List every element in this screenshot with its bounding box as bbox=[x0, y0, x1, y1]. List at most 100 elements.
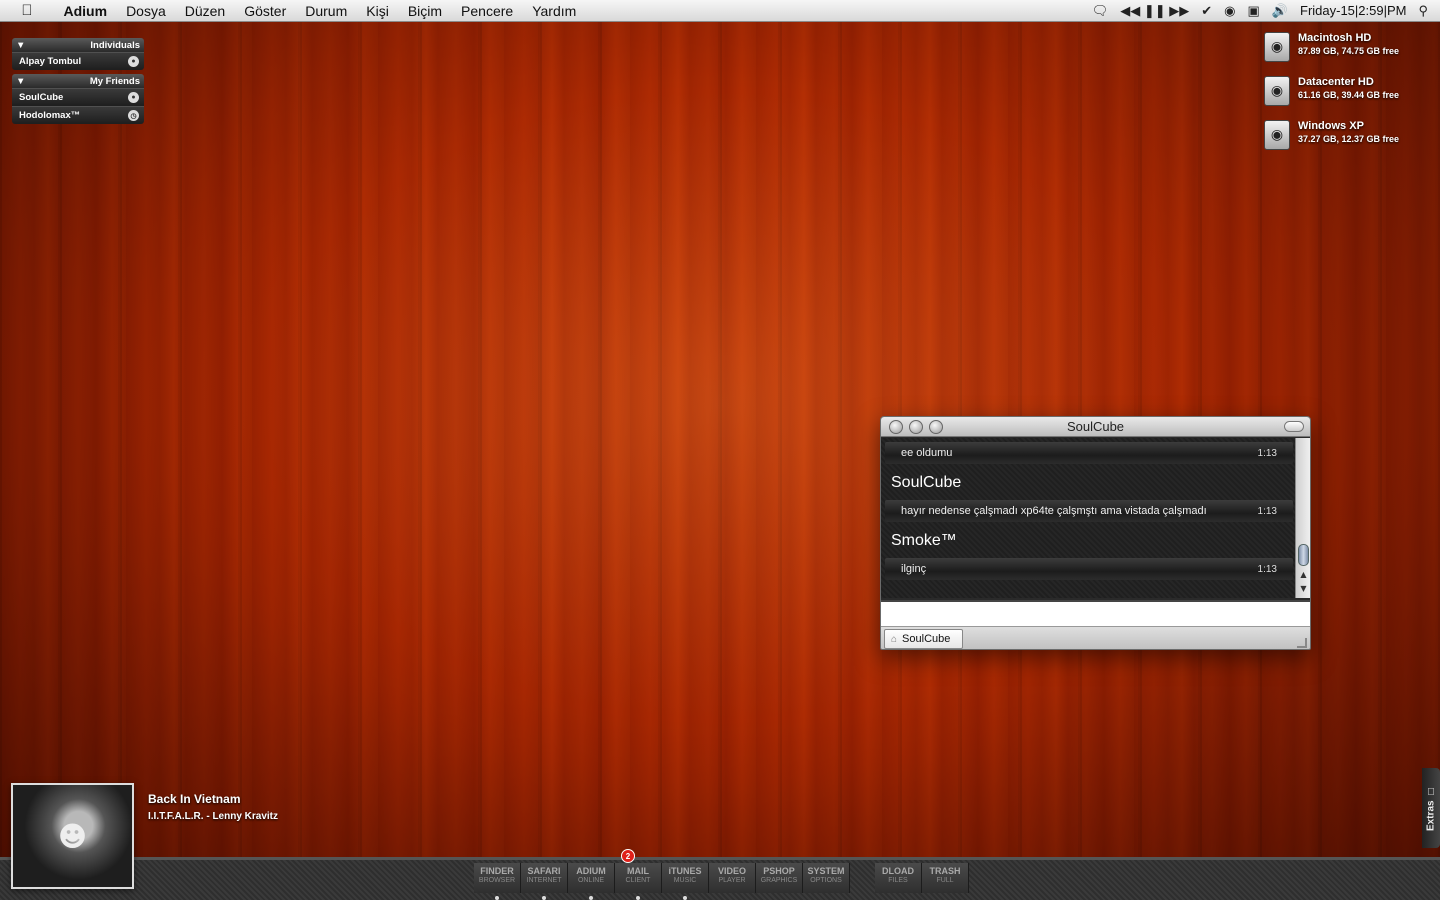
dock-item-sublabel: ONLINE bbox=[577, 877, 605, 884]
message-time: 1:13 bbox=[1257, 505, 1277, 517]
message-text: ee oldumu bbox=[901, 447, 953, 459]
scroll-up-arrow-icon[interactable]: ▲ bbox=[1296, 568, 1310, 581]
checkmark-icon[interactable]: ✔ bbox=[1201, 3, 1212, 19]
unread-badge: 2 bbox=[621, 849, 635, 863]
running-indicator bbox=[542, 896, 546, 900]
timemachine-icon[interactable]: ◉ bbox=[1224, 3, 1235, 19]
message-input[interactable] bbox=[881, 600, 1310, 626]
group-header-individuals[interactable]: ▼ Individuals bbox=[12, 38, 144, 52]
menu-app-name[interactable]: Adium bbox=[54, 3, 117, 19]
hard-drive-icon[interactable]: ◉ bbox=[1264, 76, 1290, 106]
disclosure-triangle-icon[interactable]: ▼ bbox=[16, 76, 25, 87]
dock-item-downloads[interactable]: DLOAD FILES bbox=[875, 863, 922, 893]
scroll-down-arrow-icon[interactable]: ▼ bbox=[1296, 582, 1310, 595]
dock-item-adium[interactable]: ADIUM ONLINE bbox=[568, 863, 615, 900]
dock-item-mail[interactable]: 2 MAIL CLIENT bbox=[615, 849, 662, 900]
menu-bicim[interactable]: Biçim bbox=[398, 3, 451, 19]
drive-info: 37.27 GB, 12.37 GB free bbox=[1298, 134, 1400, 144]
apple-menu-icon[interactable]:  bbox=[0, 2, 54, 19]
dock-item-video[interactable]: VIDEO PLAYER bbox=[709, 863, 756, 893]
chat-bubble-icon[interactable]: 🗨 bbox=[1092, 3, 1109, 19]
window-titlebar[interactable]: SoulCube bbox=[881, 417, 1310, 437]
close-button[interactable] bbox=[889, 419, 903, 434]
chat-tab-label: SoulCube bbox=[902, 633, 951, 645]
now-playing-widget: ☻ Back In Vietnam I.I.T.F.A.L.R. - Lenny… bbox=[11, 783, 278, 889]
dock-item-sublabel: CLIENT bbox=[625, 877, 651, 884]
menu-bar:  Adium Dosya Düzen Göster Durum Kişi Bi… bbox=[0, 0, 1440, 22]
scroll-thumb[interactable] bbox=[1298, 544, 1309, 566]
status-available-icon: ● bbox=[128, 92, 139, 103]
hard-drive-icon[interactable]: ◉ bbox=[1264, 32, 1290, 62]
running-indicator bbox=[636, 896, 640, 900]
menu-kisi[interactable]: Kişi bbox=[357, 3, 399, 19]
itunes-controls-icon[interactable]: ◀◀ ❚❚ ▶▶ bbox=[1120, 3, 1189, 19]
dock-item-itunes[interactable]: iTUNES MUSIC bbox=[662, 863, 709, 900]
group-header-my-friends[interactable]: ▼ My Friends bbox=[12, 74, 144, 88]
dock-item-label: VIDEO bbox=[717, 866, 746, 876]
dock-item-sublabel: PLAYER bbox=[718, 877, 746, 884]
dock-item-finder[interactable]: FINDER BROWSER bbox=[474, 863, 521, 900]
spotlight-search-icon[interactable]: ⚲ bbox=[1418, 3, 1428, 19]
drive-macintosh-hd[interactable]: ◉ Macintosh HD 87.89 GB, 74.75 GB free bbox=[1264, 32, 1414, 76]
dock-separator bbox=[850, 863, 875, 893]
volume-icon[interactable]: 🔊 bbox=[1272, 3, 1288, 19]
drive-name: Datacenter HD bbox=[1298, 76, 1374, 88]
chat-window: SoulCube ee oldumu 1:13 SoulCube hayır n… bbox=[880, 416, 1311, 650]
menu-goster[interactable]: Göster bbox=[235, 3, 296, 19]
album-art[interactable]: ☻ bbox=[11, 783, 134, 889]
contact-name: Alpay Tombul bbox=[19, 56, 82, 67]
contact-list: ▼ Individuals Alpay Tombul ● ▼ My Friend… bbox=[12, 38, 144, 128]
menu-pencere[interactable]: Pencere bbox=[452, 3, 523, 19]
chat-tab[interactable]: ⌂ SoulCube bbox=[884, 629, 963, 649]
message-group: ee oldumu 1:13 bbox=[881, 438, 1297, 464]
drive-info: 87.89 GB, 74.75 GB free bbox=[1298, 46, 1400, 56]
drive-datacenter-hd[interactable]: ◉ Datacenter HD 61.16 GB, 39.44 GB free bbox=[1264, 76, 1414, 120]
window-title: SoulCube bbox=[1066, 419, 1125, 434]
contact-group: ▼ My Friends SoulCube ● Hodolomax™ ◷ bbox=[12, 74, 144, 124]
dock-item-label: PSHOP bbox=[763, 866, 795, 876]
contact-row[interactable]: SoulCube ● bbox=[12, 88, 144, 106]
dock-item-label: iTUNES bbox=[668, 866, 702, 876]
group-name: Individuals bbox=[90, 39, 140, 51]
menu-durum[interactable]: Durum bbox=[296, 3, 357, 19]
dock-item-sublabel: MUSIC bbox=[673, 877, 697, 884]
message-line: ilginç 1:13 bbox=[885, 558, 1293, 580]
disclosure-triangle-icon[interactable]: ▼ bbox=[16, 40, 25, 51]
home-icon: ⌂ bbox=[891, 633, 898, 645]
contact-row[interactable]: Alpay Tombul ● bbox=[12, 52, 144, 70]
drive-windows-xp[interactable]: ◉ Windows XP 37.27 GB, 12.37 GB free bbox=[1264, 120, 1414, 164]
dock-item-sublabel: FULL bbox=[936, 877, 954, 884]
dock-item-pshop[interactable]: PSHOP GRAPHICS bbox=[756, 863, 803, 893]
hard-drive-icon[interactable]: ◉ bbox=[1264, 120, 1290, 150]
display-icon[interactable]: ▣ bbox=[1248, 3, 1260, 19]
contact-row[interactable]: Hodolomax™ ◷ bbox=[12, 106, 144, 124]
chat-tab-bar: ⌂ SoulCube bbox=[881, 626, 1310, 649]
resize-grip[interactable] bbox=[1297, 638, 1307, 648]
dock-item-safari[interactable]: SAFARI INTERNET bbox=[521, 863, 568, 900]
dock-item-sublabel: INTERNET bbox=[526, 877, 562, 884]
message-view[interactable]: ee oldumu 1:13 SoulCube hayır nedense ça… bbox=[881, 438, 1297, 598]
extras-label: Extras bbox=[1425, 800, 1437, 831]
drive-info: 61.16 GB, 39.44 GB free bbox=[1298, 90, 1400, 100]
clock[interactable]: Friday-15|2:59|PM bbox=[1300, 3, 1406, 18]
status-idle-icon: ◷ bbox=[128, 110, 139, 121]
menu-duzen[interactable]: Düzen bbox=[175, 3, 234, 19]
dock-item-label: TRASH bbox=[929, 866, 961, 876]
menu-yardim[interactable]: Yardım bbox=[523, 3, 586, 19]
message-line: hayır nedense çalşmadı xp64te çalşmştı a… bbox=[885, 500, 1293, 522]
drive-name: Macintosh HD bbox=[1298, 32, 1372, 44]
running-indicator bbox=[495, 896, 499, 900]
extras-drawer-tab[interactable]: Extras  bbox=[1422, 768, 1440, 848]
dock-item-trash[interactable]: TRASH FULL bbox=[922, 863, 969, 893]
dock-item-sublabel: OPTIONS bbox=[810, 877, 842, 884]
dock-item-sublabel: GRAPHICS bbox=[760, 877, 798, 884]
menu-dosya[interactable]: Dosya bbox=[117, 3, 176, 19]
message-scrollbar[interactable]: ▲ ▼ bbox=[1295, 438, 1310, 598]
running-indicator bbox=[683, 896, 687, 900]
zoom-button[interactable] bbox=[929, 419, 943, 434]
dock-item-sublabel: FILES bbox=[888, 877, 908, 884]
dock-item-system[interactable]: SYSTEM OPTIONS bbox=[803, 863, 850, 893]
toolbar-toggle-button[interactable] bbox=[1284, 421, 1304, 432]
minimize-button[interactable] bbox=[909, 419, 923, 434]
dock-item-label: SYSTEM bbox=[807, 866, 845, 876]
